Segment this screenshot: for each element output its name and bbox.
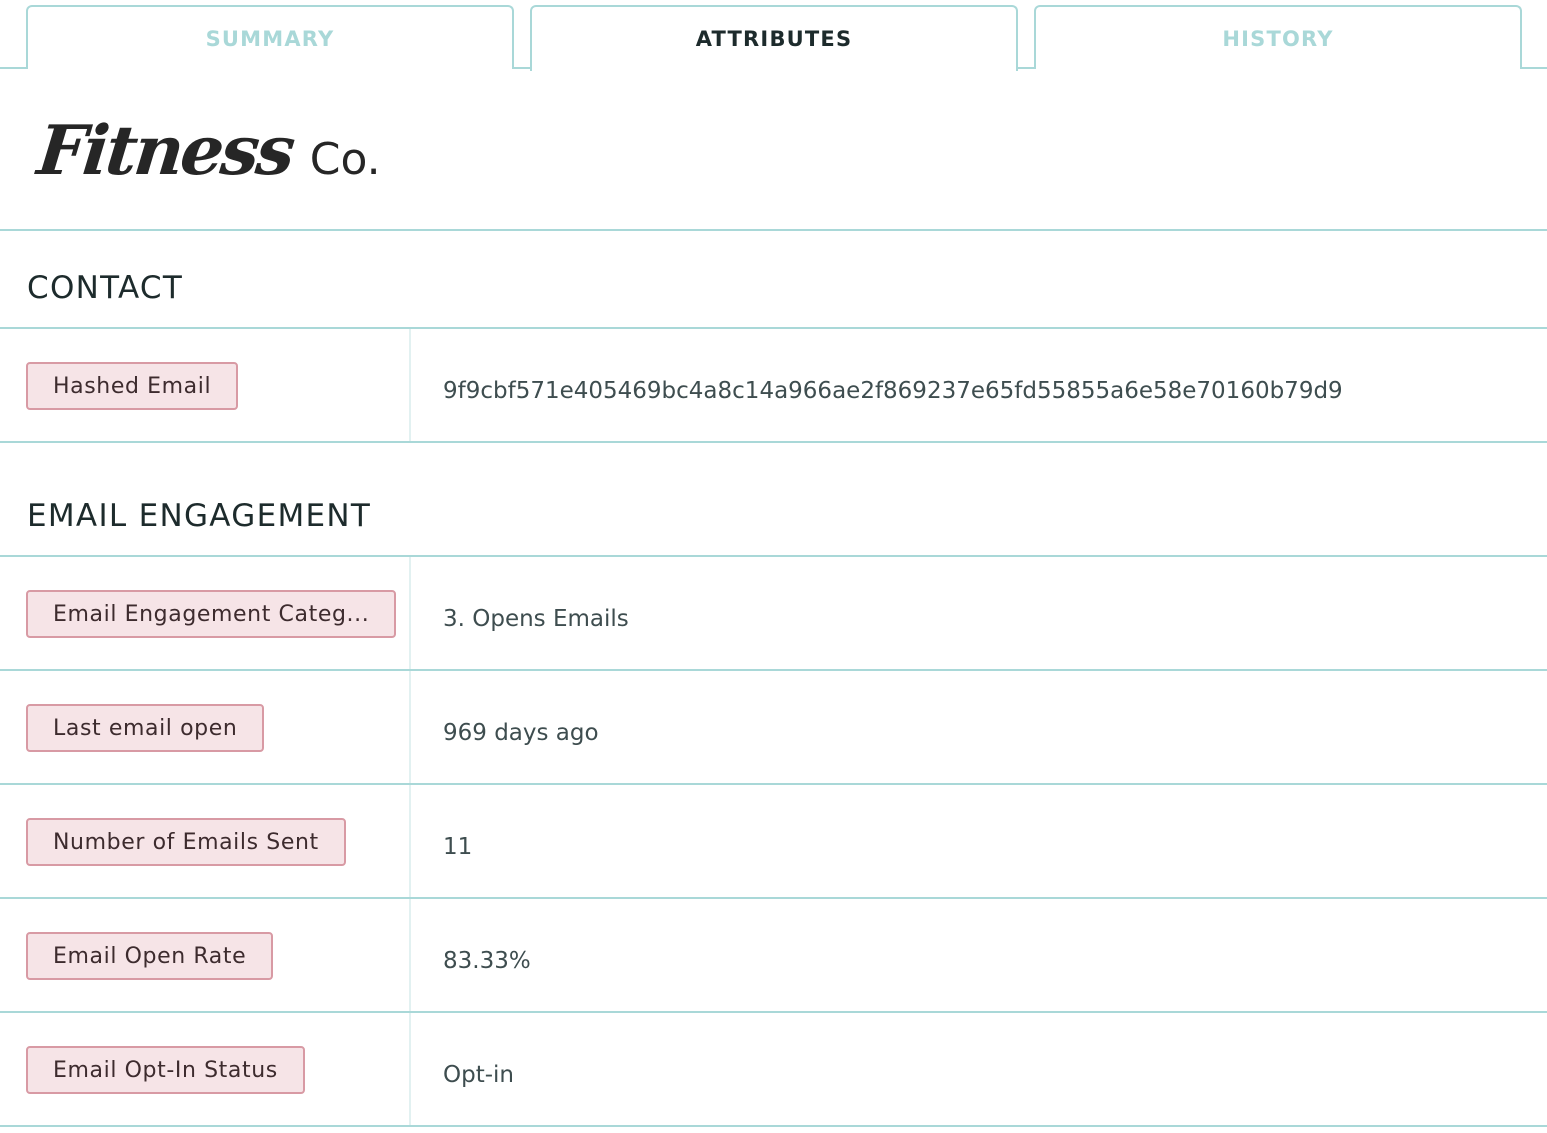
attribute-value-cell: Opt-in (411, 1013, 1547, 1125)
brand-header: Fitness Co. (0, 69, 1547, 231)
attribute-value-cell: 969 days ago (411, 671, 1547, 783)
logo-suffix-text: Co. (309, 134, 381, 185)
attribute-value-cell: 3. Opens Emails (411, 557, 1547, 669)
attribute-value-cell: 11 (411, 785, 1547, 897)
attribute-row: Email Opt-In Status Opt-in (0, 1013, 1547, 1127)
section-title-contact: CONTACT (0, 231, 1547, 329)
attribute-row: Hashed Email 9f9cbf571e405469bc4a8c14a96… (0, 329, 1547, 443)
logo-script-text: Fitness (33, 111, 297, 191)
tab-history[interactable]: HISTORY (1034, 5, 1522, 69)
brand-logo: Fitness Co. (34, 111, 381, 191)
tab-attributes[interactable]: ATTRIBUTES (530, 5, 1018, 71)
attribute-value-opt-in-status: Opt-in (443, 1062, 514, 1088)
attribute-pill-opt-in-status[interactable]: Email Opt-In Status (26, 1046, 305, 1094)
attribute-value-open-rate: 83.33% (443, 948, 531, 974)
attribute-pill-emails-sent[interactable]: Number of Emails Sent (26, 818, 346, 866)
attribute-label-cell: Email Open Rate (0, 899, 411, 1011)
attribute-pill-hashed-email[interactable]: Hashed Email (26, 362, 239, 410)
attribute-label-cell: Hashed Email (0, 329, 411, 441)
section-title-email-engagement: EMAIL ENGAGEMENT (0, 443, 1547, 557)
attribute-pill-last-email-open[interactable]: Last email open (26, 704, 265, 752)
attribute-row: Email Open Rate 83.33% (0, 899, 1547, 1013)
attribute-value-cell: 9f9cbf571e405469bc4a8c14a966ae2f869237e6… (411, 329, 1547, 441)
contact-section: CONTACT Hashed Email 9f9cbf571e405469bc4… (0, 231, 1547, 443)
tab-bar: SUMMARY ATTRIBUTES HISTORY (0, 0, 1547, 71)
attribute-value-hashed-email: 9f9cbf571e405469bc4a8c14a966ae2f869237e6… (443, 378, 1343, 404)
attribute-value-engagement-category: 3. Opens Emails (443, 606, 629, 632)
attribute-row: Last email open 969 days ago (0, 671, 1547, 785)
attribute-label-cell: Email Engagement Categ... (0, 557, 411, 669)
email-engagement-section: EMAIL ENGAGEMENT Email Engagement Categ.… (0, 443, 1547, 1127)
attribute-value-last-email-open: 969 days ago (443, 720, 599, 746)
attribute-pill-open-rate[interactable]: Email Open Rate (26, 932, 274, 980)
attribute-row: Number of Emails Sent 11 (0, 785, 1547, 899)
attribute-row: Email Engagement Categ... 3. Opens Email… (0, 557, 1547, 671)
attribute-value-cell: 83.33% (411, 899, 1547, 1011)
attribute-pill-engagement-category[interactable]: Email Engagement Categ... (26, 590, 397, 638)
attribute-label-cell: Email Opt-In Status (0, 1013, 411, 1125)
attribute-value-emails-sent: 11 (443, 834, 473, 860)
attribute-label-cell: Number of Emails Sent (0, 785, 411, 897)
attribute-label-cell: Last email open (0, 671, 411, 783)
tab-summary[interactable]: SUMMARY (26, 5, 514, 69)
